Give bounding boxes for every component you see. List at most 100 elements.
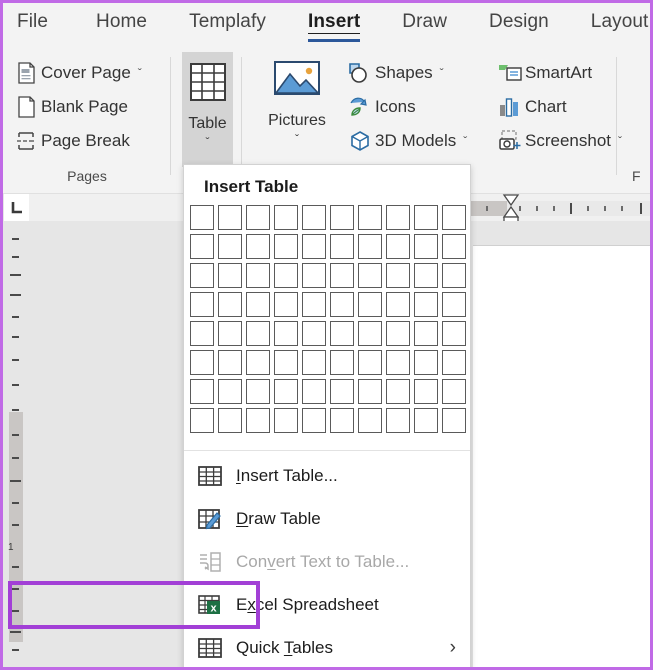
vertical-ruler[interactable]: 1 1 [3, 194, 29, 667]
table-grid-cell[interactable] [190, 292, 214, 317]
table-grid-cell[interactable] [302, 350, 326, 375]
table-grid-cell[interactable] [190, 379, 214, 404]
table-grid-cell[interactable] [218, 234, 242, 259]
table-grid-cell[interactable] [246, 408, 270, 433]
table-grid-cell[interactable] [442, 292, 466, 317]
table-grid-cell[interactable] [386, 263, 410, 288]
table-grid-cell[interactable] [442, 263, 466, 288]
table-grid-cell[interactable] [246, 292, 270, 317]
table-grid-cell[interactable] [246, 350, 270, 375]
table-grid-cell[interactable] [218, 292, 242, 317]
cover-page-button[interactable]: Cover Page ˇ [13, 59, 142, 87]
table-grid-cell[interactable] [302, 321, 326, 346]
menu-item-insert-table[interactable]: Insert Table... [184, 454, 470, 497]
table-grid-cell[interactable] [190, 205, 214, 230]
table-grid-cell[interactable] [386, 205, 410, 230]
table-grid-cell[interactable] [274, 292, 298, 317]
table-grid-cell[interactable] [218, 205, 242, 230]
table-grid-cell[interactable] [218, 350, 242, 375]
table-grid-cell[interactable] [414, 263, 438, 288]
table-grid-cell[interactable] [190, 234, 214, 259]
table-grid-cell[interactable] [358, 263, 382, 288]
table-grid-cell[interactable] [274, 234, 298, 259]
table-grid-cell[interactable] [442, 408, 466, 433]
chevron-down-icon[interactable]: ˇ [295, 132, 299, 146]
table-grid-cell[interactable] [414, 379, 438, 404]
table-grid-cell[interactable] [358, 350, 382, 375]
table-grid-cell[interactable] [190, 408, 214, 433]
table-grid-cell[interactable] [386, 379, 410, 404]
chart-button[interactable]: Chart [496, 94, 567, 120]
blank-page-button[interactable]: Blank Page [13, 93, 128, 121]
table-grid-cell[interactable] [330, 321, 354, 346]
tab-templafy[interactable]: Templafy [189, 11, 266, 39]
table-grid-cell[interactable] [442, 379, 466, 404]
tab-design[interactable]: Design [489, 11, 549, 39]
table-grid-cell[interactable] [414, 321, 438, 346]
chevron-down-icon[interactable]: ˇ [138, 66, 142, 80]
table-grid-cell[interactable] [386, 292, 410, 317]
table-grid-cell[interactable] [386, 408, 410, 433]
menu-item-draw-table[interactable]: Draw Table [184, 497, 470, 540]
table-grid-cell[interactable] [358, 379, 382, 404]
table-grid-cell[interactable] [190, 350, 214, 375]
table-grid-cell[interactable] [330, 408, 354, 433]
table-grid-cell[interactable] [302, 234, 326, 259]
table-grid-cell[interactable] [274, 263, 298, 288]
table-grid-cell[interactable] [274, 321, 298, 346]
table-grid-cell[interactable] [442, 350, 466, 375]
table-grid-cell[interactable] [302, 379, 326, 404]
menu-item-excel-spreadsheet[interactable]: x Excel Spreadsheet [184, 583, 470, 626]
table-grid-cell[interactable] [414, 350, 438, 375]
table-grid-cell[interactable] [358, 234, 382, 259]
table-grid-cell[interactable] [330, 292, 354, 317]
table-grid-cell[interactable] [330, 379, 354, 404]
table-grid-cell[interactable] [330, 263, 354, 288]
tab-draw[interactable]: Draw [402, 11, 447, 39]
table-grid-cell[interactable] [190, 321, 214, 346]
table-grid-cell[interactable] [274, 350, 298, 375]
table-grid-cell[interactable] [302, 408, 326, 433]
table-grid-cell[interactable] [358, 408, 382, 433]
table-grid-cell[interactable] [386, 350, 410, 375]
table-size-grid[interactable] [190, 205, 466, 433]
chevron-down-icon[interactable]: ˇ [206, 135, 210, 149]
table-grid-cell[interactable] [302, 263, 326, 288]
table-grid-cell[interactable] [274, 379, 298, 404]
table-grid-cell[interactable] [246, 205, 270, 230]
table-grid-cell[interactable] [330, 350, 354, 375]
table-grid-cell[interactable] [442, 234, 466, 259]
table-grid-cell[interactable] [414, 205, 438, 230]
table-grid-cell[interactable] [246, 379, 270, 404]
menu-item-quick-tables[interactable]: Quick Tables › [184, 626, 470, 667]
table-grid-cell[interactable] [302, 292, 326, 317]
table-grid-cell[interactable] [246, 234, 270, 259]
table-grid-cell[interactable] [442, 321, 466, 346]
table-grid-cell[interactable] [442, 205, 466, 230]
chevron-down-icon[interactable]: ˇ [618, 134, 622, 148]
table-grid-cell[interactable] [358, 321, 382, 346]
table-grid-cell[interactable] [358, 292, 382, 317]
table-grid-cell[interactable] [414, 408, 438, 433]
table-grid-cell[interactable] [274, 408, 298, 433]
table-grid-cell[interactable] [246, 263, 270, 288]
table-grid-cell[interactable] [386, 234, 410, 259]
table-grid-cell[interactable] [330, 205, 354, 230]
icons-button[interactable]: Icons [346, 94, 416, 120]
table-grid-cell[interactable] [218, 321, 242, 346]
table-grid-cell[interactable] [358, 205, 382, 230]
3d-models-button[interactable]: 3D Models ˇ [346, 128, 467, 154]
table-grid-cell[interactable] [330, 234, 354, 259]
screenshot-button[interactable]: Screenshot ˇ [496, 128, 622, 154]
tab-insert[interactable]: Insert [307, 11, 361, 42]
table-grid-cell[interactable] [274, 205, 298, 230]
page-break-button[interactable]: Page Break [13, 127, 130, 155]
tab-stop-selector[interactable] [4, 194, 30, 221]
table-grid-cell[interactable] [218, 408, 242, 433]
table-grid-cell[interactable] [386, 321, 410, 346]
smartart-button[interactable]: SmartArt [496, 60, 592, 86]
shapes-button[interactable]: Shapes ˇ [346, 60, 444, 86]
table-grid-cell[interactable] [246, 321, 270, 346]
tab-file[interactable]: File [17, 11, 48, 39]
table-button[interactable]: Table ˇ [182, 52, 233, 167]
